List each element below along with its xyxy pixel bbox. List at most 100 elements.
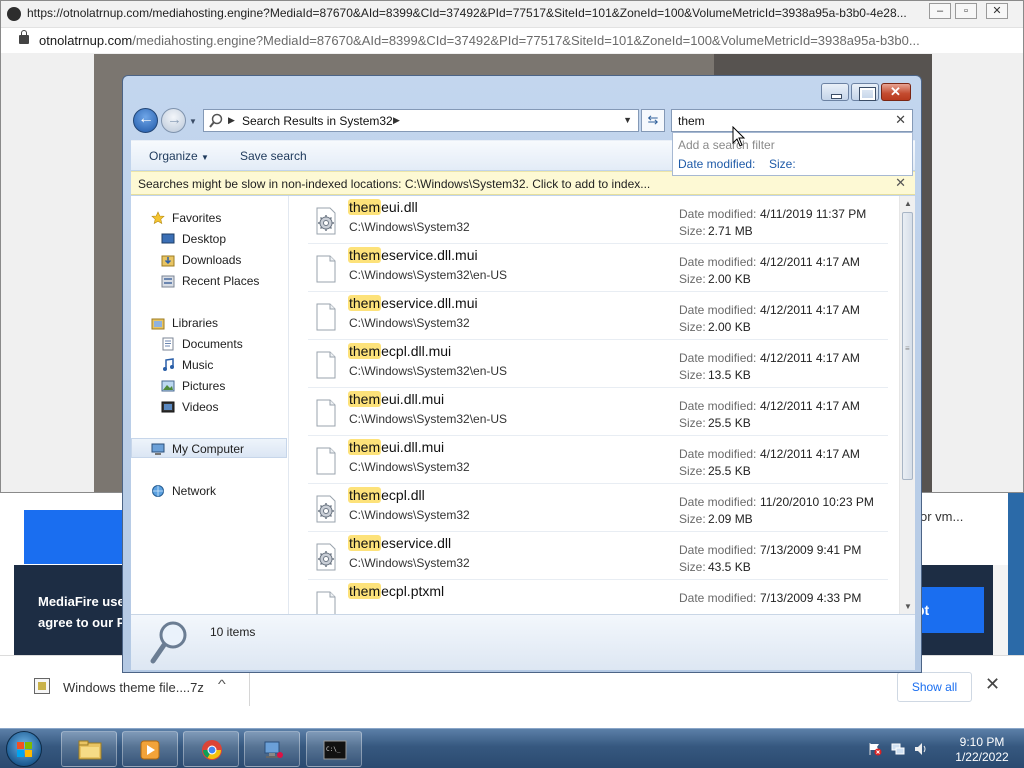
lock-icon (19, 30, 29, 44)
date-modified-label: Date modified: (679, 255, 757, 269)
file-path: C:\Windows\System32 (349, 316, 470, 330)
breadcrumb[interactable]: Search Results in System32 (242, 114, 393, 128)
download-file-name[interactable]: Windows theme file....7z (63, 680, 204, 695)
search-box[interactable]: them ✕ (671, 109, 913, 132)
volume-icon[interactable] (914, 742, 928, 756)
nav-item-music[interactable]: Music (131, 355, 281, 375)
popup-minimize-button[interactable]: – (929, 3, 951, 19)
file-row[interactable]: themeservice.dll.mui C:\Windows\System32\… (308, 244, 888, 292)
start-button[interactable] (6, 731, 42, 767)
popup-close-button[interactable]: ✕ (986, 3, 1008, 19)
forward-button[interactable] (161, 108, 186, 133)
scroll-up-icon[interactable]: ▲ (904, 199, 912, 208)
organize-button[interactable]: Organize ▼ (149, 149, 209, 163)
network-icon[interactable] (891, 742, 905, 756)
close-download-bar-icon[interactable]: ✕ (985, 674, 1000, 695)
documents-icon (162, 337, 174, 351)
file-name[interactable]: themeservice.dll (348, 535, 451, 551)
search-filter-title: Add a search filter (678, 138, 775, 152)
date-modified-label: Date modified: (679, 591, 757, 605)
action-center-flag-icon[interactable] (868, 742, 882, 756)
taskbar-network-app-button[interactable] (244, 731, 300, 767)
nav-item-downloads[interactable]: Downloads (131, 250, 281, 270)
breadcrumb-arrow-icon[interactable]: ▶ (393, 115, 400, 126)
videos-icon (161, 401, 175, 413)
file-row[interactable]: themeservice.dll C:\Windows\System32 Date … (308, 532, 888, 580)
file-name[interactable]: themeui.dll (348, 199, 418, 215)
date-modified-label: Date modified: (679, 303, 757, 317)
nav-item-videos[interactable]: Videos (131, 397, 281, 417)
desktop-icon (161, 233, 175, 244)
clear-search-icon[interactable]: ✕ (895, 112, 906, 128)
details-pane: 10 items (131, 614, 915, 670)
nav-item-documents[interactable]: Documents (131, 334, 281, 354)
info-message[interactable]: Searches might be slow in non-indexed lo… (138, 177, 650, 191)
taskbar: C:\_ 9:10 PM 1/22/2022 (0, 728, 1024, 768)
file-path: C:\Windows\System32 (349, 508, 470, 522)
pictures-icon (161, 380, 175, 392)
close-button[interactable] (881, 83, 911, 101)
file-row[interactable]: themeui.dll.mui C:\Windows\System32 Date m… (308, 436, 888, 484)
popup-address-bar[interactable]: otnolatrnup.com/mediahosting.engine?Medi… (1, 27, 1023, 53)
item-count: 10 items (210, 625, 256, 639)
file-name[interactable]: themeui.dll.mui (348, 391, 444, 407)
size-value: 2.00 KB (708, 320, 751, 334)
taskbar-chrome-button[interactable] (183, 731, 239, 767)
show-all-button[interactable]: Show all (897, 672, 972, 702)
file-name[interactable]: themeservice.dll.mui (348, 247, 478, 263)
filter-size[interactable]: Size: (769, 157, 796, 171)
file-row[interactable]: themeui.dll.mui C:\Windows\System32\en-US… (308, 388, 888, 436)
size-value: 13.5 KB (708, 368, 751, 382)
file-name[interactable]: themeui.dll.mui (348, 439, 444, 455)
taskbar-media-player-button[interactable] (122, 731, 178, 767)
nav-item-favorites[interactable]: Favorites (131, 208, 281, 228)
taskbar-cmd-button[interactable]: C:\_ (306, 731, 362, 767)
scroll-down-icon[interactable]: ▼ (904, 602, 912, 611)
file-row[interactable]: themeservice.dll.mui C:\Windows\System32 D… (308, 292, 888, 340)
recent-pages-dropdown[interactable]: ▼ (189, 117, 197, 126)
nav-item-my-computer[interactable]: My Computer (131, 438, 287, 458)
file-name[interactable]: themecpl.dll.mui (348, 343, 451, 359)
file-icon (316, 399, 336, 427)
file-icon (316, 447, 336, 475)
size-label: Size: (679, 224, 706, 238)
breadcrumb-arrow-icon[interactable]: ▶ (228, 115, 235, 126)
system-tray: 9:10 PM 1/22/2022 (866, 729, 1024, 768)
mouse-cursor-icon (732, 126, 746, 147)
nav-item-pictures[interactable]: Pictures (131, 376, 281, 396)
nav-item-libraries[interactable]: Libraries (131, 313, 281, 333)
size-value: 2.71 MB (708, 224, 753, 238)
size-value: 43.5 KB (708, 560, 751, 574)
file-row[interactable]: themecpl.ptxml Date modified: 7/13/2009 4:… (308, 580, 888, 614)
taskbar-clock[interactable]: 9:10 PM 1/22/2022 (942, 735, 1022, 765)
chevron-up-icon[interactable]: ^ (218, 677, 226, 691)
file-row[interactable]: themecpl.dll C:\Windows\System32 Date modi… (308, 484, 888, 532)
file-name[interactable]: themecpl.ptxml (348, 583, 444, 599)
refresh-button[interactable]: ⇆ (641, 109, 665, 132)
nav-item-network[interactable]: Network (131, 481, 281, 501)
page-scrollbar[interactable] (993, 565, 1008, 655)
file-name[interactable]: themeservice.dll.mui (348, 295, 478, 311)
back-button[interactable] (133, 108, 158, 133)
maximize-button[interactable] (851, 83, 879, 101)
minimize-button[interactable] (821, 83, 849, 101)
search-input[interactable]: them (678, 114, 705, 128)
close-info-bar-icon[interactable]: ✕ (895, 175, 906, 191)
filter-date-modified[interactable]: Date modified: (678, 157, 755, 171)
file-row[interactable]: themeui.dll C:\Windows\System32 Date modif… (308, 196, 888, 244)
popup-url[interactable]: otnolatrnup.com/mediahosting.engine?Medi… (39, 33, 1019, 48)
nav-item-recent-places[interactable]: Recent Places (131, 271, 281, 291)
date-modified-value: 4/11/2019 11:37 PM (760, 207, 867, 221)
windows-flag-icon (17, 742, 33, 758)
address-dropdown-icon[interactable]: ▼ (623, 115, 632, 125)
popup-maximize-button[interactable]: ▫ (955, 3, 977, 19)
results-scrollbar[interactable]: ▲ ≡ ▼ (899, 196, 915, 614)
page-text: or vm... (920, 509, 964, 524)
file-row[interactable]: themecpl.dll.mui C:\Windows\System32\en-U… (308, 340, 888, 388)
cookie-text-line2: agree to our P (38, 615, 126, 630)
file-name[interactable]: themecpl.dll (348, 487, 425, 503)
address-bar[interactable]: ▶ Search Results in System32 ▶ ▼ (203, 109, 639, 132)
taskbar-explorer-button[interactable] (61, 731, 117, 767)
save-search-button[interactable]: Save search (240, 149, 307, 163)
nav-item-desktop[interactable]: Desktop (131, 229, 281, 249)
